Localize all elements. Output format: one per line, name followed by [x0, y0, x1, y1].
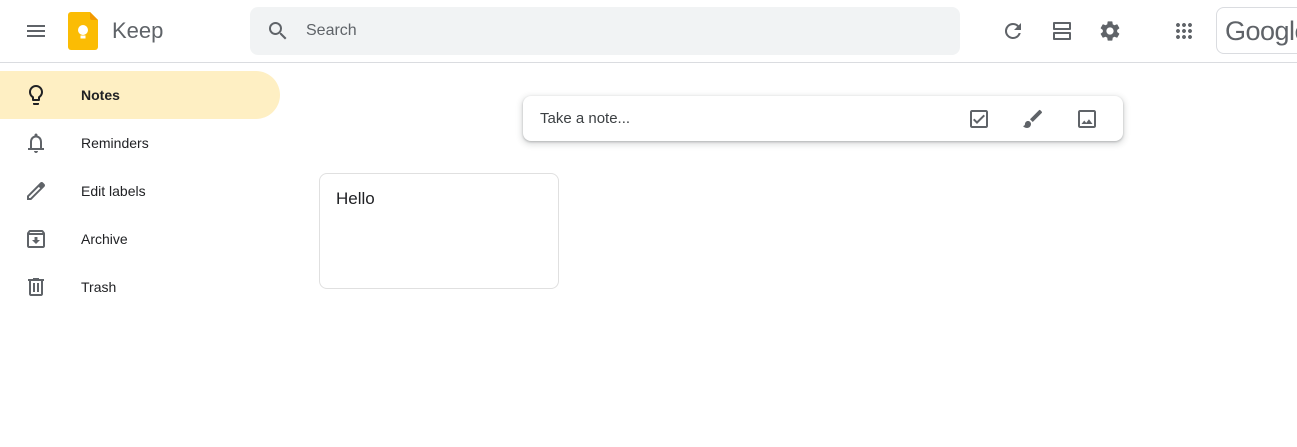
search-icon — [269, 22, 287, 40]
archive-icon — [24, 227, 48, 251]
top-bar: Keep Google — [0, 0, 1297, 63]
sidebar-item-reminders[interactable]: Reminders — [0, 119, 280, 167]
app-title[interactable]: Keep — [112, 18, 163, 44]
sidebar-item-label: Edit labels — [81, 183, 146, 199]
search-input[interactable] — [306, 7, 946, 55]
brush-icon — [1023, 109, 1043, 128]
sidebar-item-archive[interactable]: Archive — [0, 215, 280, 263]
settings-button[interactable] — [1090, 11, 1130, 51]
gear-icon — [1100, 21, 1120, 41]
pencil-icon — [24, 179, 48, 203]
sidebar-item-label: Reminders — [81, 135, 149, 151]
new-list-button[interactable] — [959, 99, 999, 139]
note-title: Hello — [336, 189, 375, 208]
sidebar-item-label: Archive — [81, 231, 128, 247]
new-image-note-button[interactable] — [1067, 99, 1107, 139]
take-note-bar[interactable]: Take a note... — [523, 96, 1123, 141]
sidebar-item-trash[interactable]: Trash — [0, 263, 280, 311]
refresh-button[interactable] — [993, 11, 1033, 51]
apps-grid-icon — [1176, 23, 1192, 39]
note-card[interactable]: Hello — [319, 173, 559, 289]
refresh-icon — [1004, 22, 1021, 39]
keep-logo-icon[interactable] — [68, 12, 100, 50]
search-button[interactable] — [258, 11, 298, 51]
search-bar[interactable] — [250, 7, 960, 55]
bell-icon — [24, 131, 48, 155]
trash-icon — [24, 275, 48, 299]
lightbulb-icon — [24, 83, 48, 107]
google-apps-button[interactable] — [1164, 11, 1204, 51]
menu-icon — [27, 25, 45, 37]
new-drawing-button[interactable] — [1013, 99, 1053, 139]
sidebar-item-label: Notes — [81, 87, 120, 103]
main-menu-button[interactable] — [16, 11, 56, 51]
google-account-button[interactable]: Google — [1216, 7, 1297, 54]
sidebar: Notes Reminders Edit labels Archive Tras… — [0, 71, 280, 311]
list-view-icon — [1053, 22, 1071, 40]
list-view-button[interactable] — [1042, 11, 1082, 51]
image-icon — [1078, 110, 1096, 128]
sidebar-item-notes[interactable]: Notes — [0, 71, 280, 119]
google-logo-text: Google — [1225, 16, 1297, 46]
checkbox-icon — [970, 110, 988, 128]
sidebar-item-label: Trash — [81, 279, 117, 295]
sidebar-item-edit-labels[interactable]: Edit labels — [0, 167, 280, 215]
take-note-input[interactable]: Take a note... — [540, 110, 630, 127]
